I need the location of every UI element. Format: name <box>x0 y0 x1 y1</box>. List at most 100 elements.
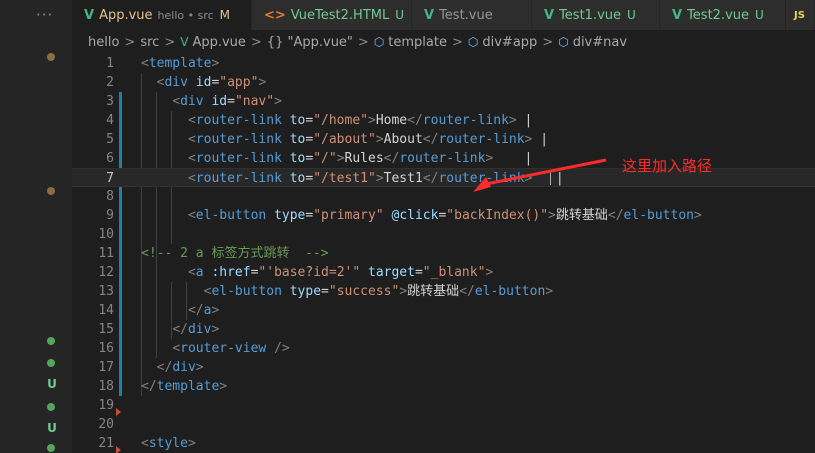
line-number: 12 <box>98 265 114 280</box>
code-text[interactable]: <div id="app"> <box>141 73 267 92</box>
vue-icon: V <box>424 7 435 23</box>
code-line[interactable]: 18 </template> <box>72 377 815 396</box>
cube-icon: ⬡ <box>373 35 385 49</box>
code-editor[interactable]: 1 <template> 2 <div id="app"> 3 <div id="na… <box>72 54 815 453</box>
code-line[interactable]: 2 <div id="app"> <box>72 73 815 92</box>
tab-status: U <box>627 8 636 22</box>
tab-vuetest2-html[interactable]: <> VueTest2.HTML U <box>252 0 412 30</box>
cube-icon: ⬡ <box>467 35 479 49</box>
tab-status: U <box>755 8 764 22</box>
untracked-dot-icon <box>47 337 55 345</box>
line-number: 15 <box>98 322 114 337</box>
code-line[interactable]: 8 <box>72 187 815 206</box>
code-line[interactable]: 15 </div> <box>72 320 815 339</box>
code-line[interactable]: 19 <box>72 396 815 415</box>
tab-label: App.vue <box>99 7 153 23</box>
javascript-icon: JS <box>794 9 805 21</box>
line-number: 2 <box>106 75 114 90</box>
breadcrumb-item[interactable]: hello <box>88 35 119 50</box>
breadcrumb-item[interactable]: div#app <box>482 35 537 50</box>
code-line[interactable]: 21 <style> <box>72 434 815 453</box>
code-line[interactable]: 20 <box>72 415 815 434</box>
code-text[interactable]: </div> <box>141 320 219 339</box>
code-text[interactable]: <router-link to="/home">Home</router-lin… <box>141 111 532 130</box>
code-line[interactable]: 3 <div id="nav"> <box>72 92 815 111</box>
chevron-right-icon: > <box>451 34 463 50</box>
breadcrumb-item[interactable]: src <box>140 35 159 50</box>
code-text[interactable]: <router-view /> <box>141 339 289 358</box>
line-number: 17 <box>98 360 114 375</box>
chevron-right-icon: > <box>124 34 136 50</box>
code-line[interactable]: 10 <box>72 225 815 244</box>
breadcrumb-item[interactable]: App.vue <box>192 35 245 50</box>
untracked-dot-icon <box>47 444 55 452</box>
tab-status: M <box>219 8 231 22</box>
line-number: 1 <box>106 56 114 71</box>
line-number: 14 <box>98 303 114 318</box>
chevron-right-icon: > <box>357 34 369 50</box>
tab-status: U <box>395 8 405 22</box>
line-number: 5 <box>106 132 114 147</box>
code-text[interactable]: <router-link to="/">Rules</router-link> … <box>141 149 532 168</box>
line-number: 6 <box>106 151 114 166</box>
tab-label: VueTest2.HTML <box>290 7 390 23</box>
annotation-callout: 这里加入路径 <box>622 155 712 176</box>
vue-icon: V <box>544 7 555 23</box>
tab-app-vue[interactable]: V App.vue hello • src M <box>72 0 252 30</box>
breadcrumb-item[interactable]: {} "App.vue" <box>267 35 353 50</box>
tab-test2-vue[interactable]: V Test2.vue U <box>660 0 786 30</box>
line-number: 18 <box>98 379 114 394</box>
vue-icon: V <box>84 7 95 23</box>
line-number: 9 <box>106 208 114 223</box>
line-number: 4 <box>106 113 114 128</box>
tab-js-file[interactable]: JS <box>786 0 815 30</box>
explorer-strip: ··· U U <box>0 0 72 453</box>
code-text[interactable]: <el-button type="success">跳转基础</el-butto… <box>141 282 553 301</box>
chevron-right-icon: > <box>250 34 262 50</box>
tab-label: Test.vue <box>439 7 493 23</box>
line-number: 7 <box>106 171 114 186</box>
code-line[interactable]: 4 <router-link to="/home">Home</router-l… <box>72 111 815 130</box>
code-text[interactable]: <router-link to="/about">About</router-l… <box>141 130 548 149</box>
line-number: 3 <box>106 94 114 109</box>
code-line[interactable]: 5 <router-link to="/about">About</router… <box>72 130 815 149</box>
editor-tabs: V App.vue hello • src M <> VueTest2.HTML… <box>72 0 815 30</box>
code-line[interactable]: 1 <template> <box>72 54 815 73</box>
code-text[interactable]: <el-button type="primary" @click="backIn… <box>141 206 702 225</box>
untracked-dot-icon <box>47 359 55 367</box>
more-actions-icon[interactable]: ··· <box>36 6 53 24</box>
text-cursor <box>550 170 551 185</box>
code-text[interactable]: <a :href="'base?id=2'" target="_blank"> <box>141 263 493 282</box>
code-line[interactable]: 14 </a> <box>72 301 815 320</box>
code-line[interactable]: 17 </div> <box>72 358 815 377</box>
untracked-status: U <box>47 421 57 435</box>
breadcrumb: hello > src > V App.vue > {} "App.vue" >… <box>72 30 815 54</box>
vue-icon: V <box>672 7 683 23</box>
code-line[interactable]: 16 <router-view /> <box>72 339 815 358</box>
annotation-text: 这里加入路径 <box>622 157 713 175</box>
tab-description: hello • src <box>157 8 214 22</box>
code-text[interactable]: <template> <box>141 54 219 73</box>
code-text[interactable]: </a> <box>141 301 219 320</box>
code-text[interactable]: </template> <box>141 377 227 396</box>
code-text[interactable]: <router-link to="/test1">Test1</router-l… <box>141 169 564 188</box>
chevron-right-icon: > <box>164 34 176 50</box>
code-line[interactable]: 9 <el-button type="primary" @click="back… <box>72 206 815 225</box>
html-icon: <> <box>264 7 286 23</box>
tab-test-vue[interactable]: V Test.vue <box>412 0 532 30</box>
line-number: 21 <box>98 436 114 451</box>
line-number: 19 <box>98 398 114 413</box>
tab-test1-vue[interactable]: V Test1.vue U <box>532 0 660 30</box>
code-line[interactable]: 12 <a :href="'base?id=2'" target="_blank… <box>72 263 815 282</box>
code-line[interactable]: 13 <el-button type="success">跳转基础</el-bu… <box>72 282 815 301</box>
code-text[interactable]: </div> <box>141 358 204 377</box>
line-number: 16 <box>98 341 114 356</box>
code-text[interactable]: <style> <box>141 434 196 453</box>
line-number: 8 <box>106 189 114 204</box>
breadcrumb-item[interactable]: template <box>388 35 447 50</box>
code-text[interactable]: <div id="nav"> <box>141 92 282 111</box>
code-line[interactable]: 11 <!-- 2 a 标签方式跳转 --> <box>72 244 815 263</box>
breadcrumb-item[interactable]: div#nav <box>573 35 627 50</box>
line-number: 10 <box>98 227 114 242</box>
code-text[interactable]: <!-- 2 a 标签方式跳转 --> <box>141 244 329 263</box>
